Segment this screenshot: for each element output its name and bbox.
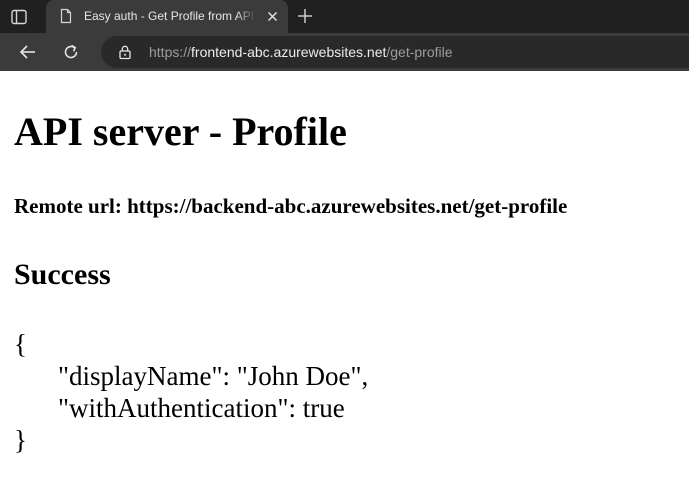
tab-strip: Easy auth - Get Profile from API server xyxy=(0,0,689,33)
json-close-brace: } xyxy=(14,425,27,455)
new-tab-icon[interactable] xyxy=(296,7,314,25)
browser-toolbar: https://frontend-abc.azurewebsites.net/g… xyxy=(0,33,689,71)
status-heading: Success xyxy=(14,258,111,291)
address-url[interactable]: https://frontend-abc.azurewebsites.net/g… xyxy=(149,36,453,68)
close-icon[interactable] xyxy=(265,9,280,24)
remote-url: Remote url: https://backend-abc.azureweb… xyxy=(14,194,568,218)
tab-title: Easy auth - Get Profile from API server xyxy=(84,9,256,23)
page-content: API server - Profile Remote url: https:/… xyxy=(0,71,689,496)
json-output: { "displayName": "John Doe", "withAuthen… xyxy=(14,328,368,456)
page-title: API server - Profile xyxy=(14,109,347,154)
reload-icon[interactable] xyxy=(61,42,81,62)
lock-icon[interactable] xyxy=(117,44,133,60)
json-line-with-authentication: "withAuthentication": true xyxy=(58,393,345,423)
url-path: /get-profile xyxy=(386,44,453,60)
json-line-display-name: "displayName": "John Doe", xyxy=(58,361,369,391)
document-icon xyxy=(58,8,74,24)
url-scheme: https:// xyxy=(149,44,192,60)
address-bar[interactable]: https://frontend-abc.azurewebsites.net/g… xyxy=(101,36,689,68)
back-arrow-icon[interactable] xyxy=(18,42,38,62)
json-open-brace: { xyxy=(14,329,27,359)
url-host: frontend-abc.azurewebsites.net xyxy=(191,44,387,60)
tab-actions-icon[interactable] xyxy=(10,8,28,26)
active-tab[interactable]: Easy auth - Get Profile from API server xyxy=(46,0,288,33)
